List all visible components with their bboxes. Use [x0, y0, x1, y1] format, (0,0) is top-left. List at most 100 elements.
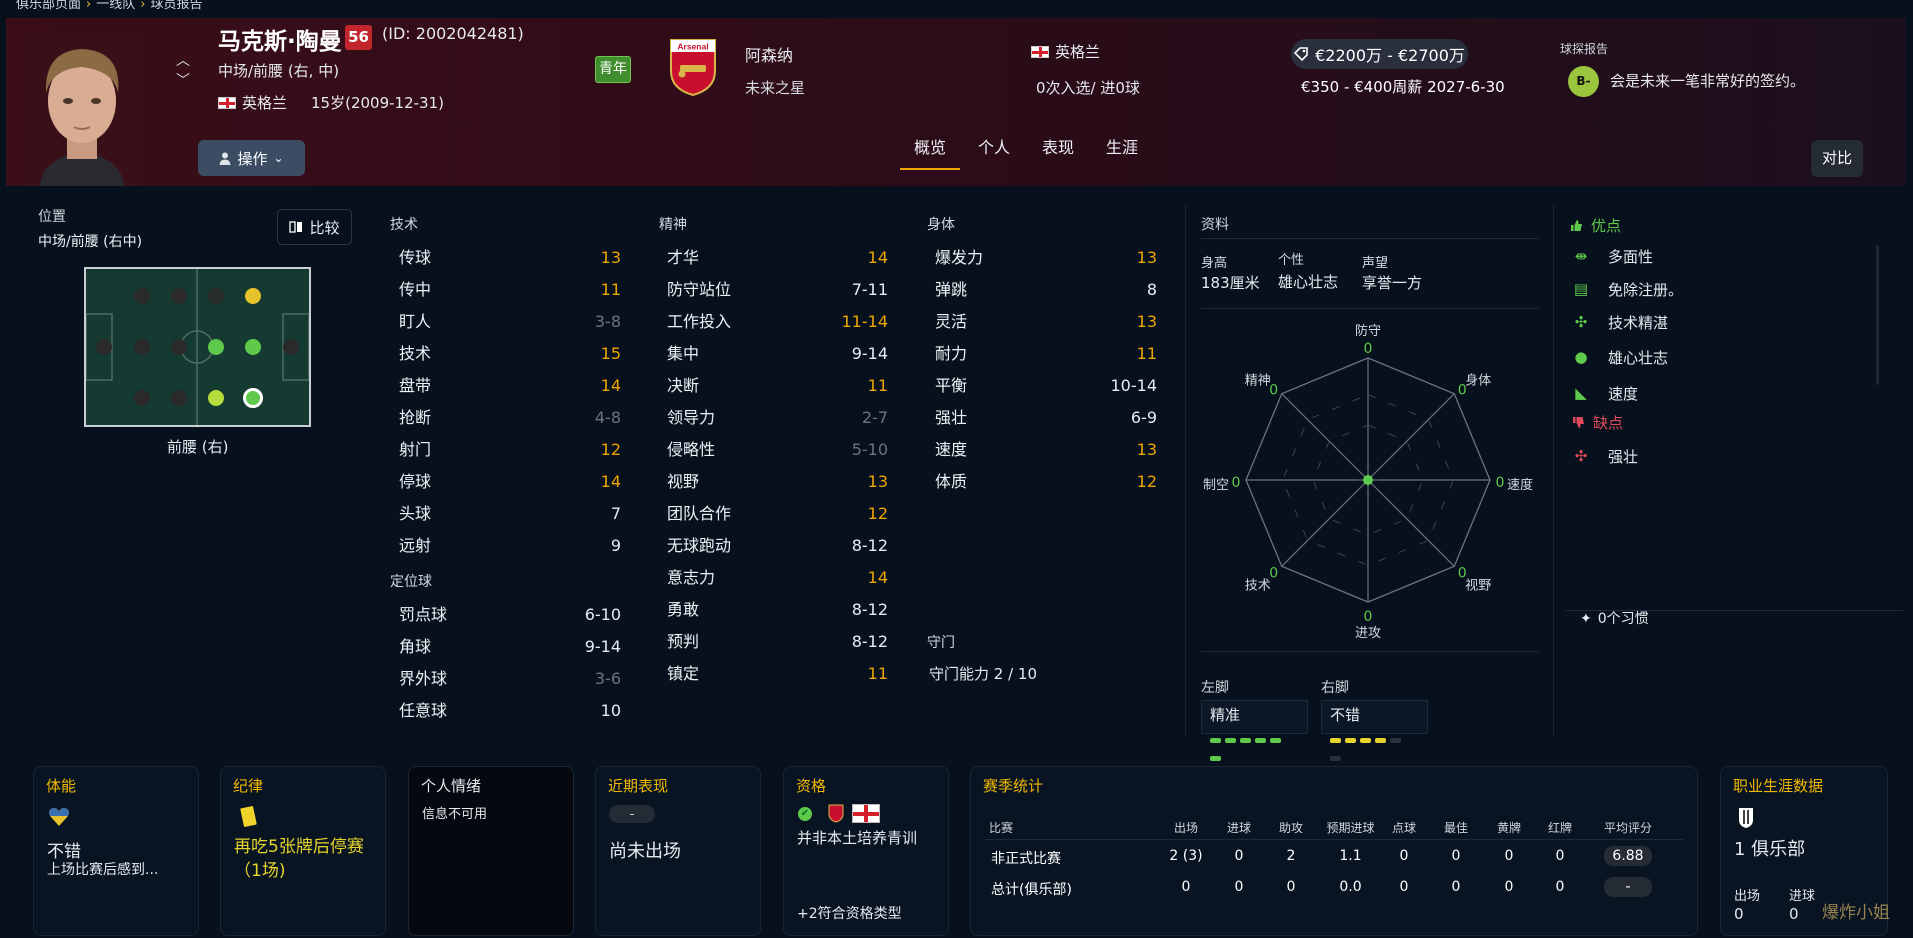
shield-icon: [1739, 808, 1753, 828]
radar-spoke: [1367, 393, 1455, 481]
attribute-value: 6-9: [1130, 408, 1157, 427]
club-crest: Arsenal: [668, 37, 718, 97]
attribute-value: 7-11: [851, 280, 888, 299]
tab-career[interactable]: 生涯: [1092, 130, 1152, 170]
crumb-club[interactable]: 俱乐部页面: [16, 0, 81, 12]
attribute-value: 11: [600, 280, 621, 299]
career-goals: 0: [1789, 905, 1799, 923]
attribute-name: 耐力: [935, 344, 968, 363]
attribute-name: 远射: [399, 536, 432, 555]
england-flag-icon: [218, 97, 236, 109]
club-status: 未来之星: [745, 79, 806, 97]
versatile-icon: ⇼: [1574, 247, 1588, 265]
tab-overview[interactable]: 概览: [900, 130, 961, 170]
radar-label: 精神: [1245, 374, 1271, 389]
mood-text: 信息不可用: [422, 807, 488, 822]
personality-label: 个性: [1278, 253, 1305, 268]
radar-label: 视野: [1465, 578, 1491, 593]
stat-cell: 0: [1504, 879, 1514, 895]
stat-header: 出场: [1173, 821, 1198, 835]
player-portrait: [22, 31, 142, 186]
attribute-name: 盘带: [399, 376, 432, 395]
club-crest-icon: [828, 804, 844, 823]
attribute-value: 10: [600, 701, 621, 720]
attribute-value: 14: [600, 376, 621, 395]
player-position: 中场/前腰 (右, 中): [218, 62, 340, 80]
stat-header: 预期进球: [1326, 821, 1375, 835]
stat-header: 进球: [1226, 821, 1251, 835]
reputation-value: 享誉一方: [1362, 274, 1423, 292]
radar-label: 速度: [1507, 477, 1533, 493]
check-icon: ✔: [798, 807, 812, 821]
attribute-value: 12: [867, 504, 888, 523]
career-clubs: 1 俱乐部: [1734, 839, 1806, 860]
left-foot-label: 左脚: [1201, 680, 1229, 696]
breadcrumb: 俱乐部页面 › 一线队 › 球员报告: [16, 0, 202, 12]
height-label: 身高: [1201, 256, 1228, 271]
tab-personal[interactable]: 个人: [964, 130, 1024, 170]
attribute-value: 9-14: [584, 637, 621, 656]
position-dot: [171, 390, 187, 406]
attribute-value: 3-6: [594, 669, 621, 688]
prev-player-icon[interactable]: ︿: [176, 50, 190, 70]
attribute-name: 镇定: [667, 664, 700, 683]
position-dot-current: [243, 388, 263, 408]
position-dot: [134, 339, 150, 355]
scout-text: 会是未来一笔非常好的签约。: [1610, 72, 1806, 90]
stat-cell: 0: [1555, 879, 1565, 895]
attribute-value: 14: [867, 568, 888, 587]
head-icon: ●: [1574, 348, 1588, 366]
sparkle-icon: ✦: [1580, 611, 1592, 627]
scrollbar[interactable]: [1876, 245, 1879, 385]
stat-competition[interactable]: 非正式比赛: [989, 848, 1119, 868]
attribute-name: 团队合作: [667, 504, 732, 523]
career-goals-label: 进球: [1789, 889, 1816, 904]
radar-label: 身体: [1465, 373, 1491, 389]
stat-header: 比赛: [989, 821, 1014, 835]
club-name[interactable]: 阿森纳: [745, 42, 793, 66]
radar-value: 0: [1458, 383, 1467, 399]
discipline-title: 纪律: [233, 777, 264, 795]
technical-title: 技术: [390, 217, 418, 233]
left-foot-bar: [1210, 729, 1299, 765]
stat-cell: 6.88: [1604, 846, 1652, 866]
form-pill: -: [609, 805, 655, 823]
right-foot-box: 不错: [1321, 700, 1428, 761]
attribute-value: 7: [610, 504, 621, 523]
gk-title: 守门: [927, 635, 955, 651]
position-compare-button[interactable]: 比较: [277, 209, 352, 245]
contract-info: €350 - €400周薪 2027-6-30: [1301, 78, 1505, 96]
player-age: 15岁(2009-12-31): [311, 94, 444, 112]
stat-cell: 0: [1181, 879, 1191, 895]
attribute-name: 意志力: [667, 568, 716, 587]
attribute-name: 爆发力: [935, 248, 984, 267]
next-player-icon[interactable]: ﹀: [176, 70, 190, 90]
crumb-first-team[interactable]: 一线队: [96, 0, 135, 12]
attribute-value: 4-8: [594, 408, 621, 427]
attribute-name: 技术: [399, 344, 432, 363]
stat-competition[interactable]: 总计(俱乐部): [989, 879, 1119, 899]
stat-cell: 2: [1286, 848, 1296, 864]
career-apps: 0: [1734, 905, 1744, 923]
attribute-name: 头球: [399, 504, 432, 523]
mood-panel: 个人情绪 信息不可用: [408, 766, 574, 936]
tab-performance[interactable]: 表现: [1028, 130, 1088, 170]
left-foot-value: 精准: [1210, 706, 1241, 724]
eligibility-title: 资格: [796, 777, 827, 795]
attribute-value: 5-10: [851, 440, 888, 459]
document-check-icon: ▤: [1573, 280, 1589, 298]
position-pitch: [84, 267, 311, 427]
weaknesses-title: 缺点: [1572, 412, 1623, 433]
career-apps-label: 出场: [1734, 889, 1761, 904]
compare-button[interactable]: 对比: [1811, 140, 1863, 177]
attribute-name: 盯人: [399, 312, 432, 331]
left-foot-box: 精准: [1201, 700, 1308, 761]
position-dot: [208, 390, 224, 406]
attribute-name: 射门: [399, 440, 432, 459]
actions-button[interactable]: 操作 ⌄: [198, 140, 305, 176]
attribute-name: 罚点球: [399, 605, 448, 624]
strength-item: 多面性: [1608, 248, 1654, 266]
player-id: (ID: 2002042481): [382, 24, 524, 43]
form-text: 尚未出场: [609, 841, 681, 862]
eligibility-more[interactable]: +2符合资格类型: [797, 903, 902, 923]
